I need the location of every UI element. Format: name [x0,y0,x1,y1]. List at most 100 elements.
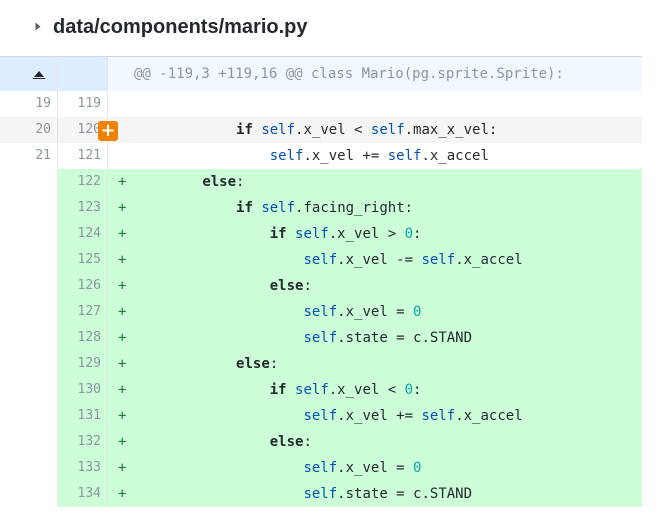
diff-table: @@ -119,3 +119,16 @@ class Mario(pg.spri… [0,56,642,507]
code-line: + self.x_vel = 0 [108,299,642,325]
new-line-number[interactable]: 133 [58,455,108,481]
code-token: .state = c.STAND [337,330,473,346]
code-token: .x_vel < [328,382,405,398]
code-token: .facing_right: [295,200,414,216]
new-line-number[interactable]: 130 [58,377,108,403]
chevron-down-icon[interactable] [35,22,41,31]
self-token: self [303,408,338,424]
self-token: self [303,460,338,476]
old-line-number[interactable] [0,481,58,507]
old-line-number[interactable] [0,195,58,221]
code-spacer [126,174,134,190]
old-line-number[interactable]: 19 [0,91,58,117]
diff-line[interactable]: 21 121 self.x_vel += self.x_accel [0,143,642,169]
new-line-number[interactable]: 122 [58,169,108,195]
code-spacer [126,252,134,268]
diff-line[interactable]: 20 120 if self.x_vel < self.max_x_vel: + [0,117,642,143]
diff-line[interactable]: 122 + else: [0,169,642,195]
new-line-number[interactable]: 127 [58,299,108,325]
diff-line[interactable]: 127 + self.x_vel = 0 [0,299,642,325]
diff-line[interactable]: 123 + if self.facing_right: [0,195,642,221]
code-spacer [126,122,134,138]
code-spacer [126,226,134,242]
code-spacer [126,278,134,294]
old-line-number[interactable] [0,169,58,195]
code-line: + self.state = c.STAND [108,325,642,351]
code-token: .x_vel = [337,460,414,476]
diff-line[interactable]: 133 + self.x_vel = 0 [0,455,642,481]
number-token: 0 [413,304,422,320]
diff-line[interactable]: 130 + if self.x_vel < 0: [0,377,642,403]
code-line: if self.x_vel < self.max_x_vel: [108,117,642,143]
old-line-number[interactable] [0,299,58,325]
old-line-number[interactable] [0,377,58,403]
diff-line[interactable]: 129 + else: [0,351,642,377]
code-spacer [126,486,134,502]
self-token: self [269,148,304,164]
diff-line[interactable]: 124 + if self.x_vel > 0: [0,221,642,247]
diff-line[interactable]: 125 + self.x_vel -= self.x_accel [0,247,642,273]
code-token: .x_accel [421,148,489,164]
code-line: + if self.x_vel < 0: [108,377,642,403]
new-line-number[interactable]: 126 [58,273,108,299]
self-token: self [421,252,456,268]
code-line: + if self.facing_right: [108,195,642,221]
new-line-number[interactable]: 121 [58,143,108,169]
new-line-number[interactable]: 128 [58,325,108,351]
code-line: + if self.x_vel > 0: [108,221,642,247]
new-line-number[interactable]: 131 [58,403,108,429]
keyword-token: if [236,122,253,138]
old-line-number[interactable] [0,403,58,429]
new-line-number[interactable]: 124 [58,221,108,247]
diff-line[interactable]: 128 + self.state = c.STAND [0,325,642,351]
code-token: : [303,434,312,450]
old-line-number[interactable]: 20 [0,117,58,143]
new-line-number[interactable]: 123 [58,195,108,221]
old-line-number[interactable] [0,273,58,299]
expand-hunk-button[interactable] [0,57,58,91]
new-line-number[interactable]: 132 [58,429,108,455]
file-path[interactable]: data/components/mario.py [53,16,308,39]
code-line: self.x_vel += self.x_accel [108,143,642,169]
code-line: + else: [108,351,642,377]
diff-line[interactable]: 134 + self.state = c.STAND [0,481,642,507]
code-spacer [126,304,134,320]
code-token: .x_accel [455,408,523,424]
code-spacer [126,408,134,424]
old-line-number[interactable] [0,247,58,273]
code-token: : [269,356,279,372]
diff-line[interactable]: 126 + else: [0,273,642,299]
code-spacer [126,200,134,216]
self-token: self [261,122,296,138]
self-token: self [261,200,296,216]
new-line-number[interactable]: 125 [58,247,108,273]
code-spacer [126,330,134,346]
code-line: + self.state = c.STAND [108,481,642,507]
add-comment-button[interactable]: + [98,121,118,141]
new-line-number[interactable]: 129 [58,351,108,377]
number-token: 0 [404,226,414,242]
self-token: self [295,226,329,242]
diff-line[interactable]: 131 + self.x_vel += self.x_accel [0,403,642,429]
keyword-token: if [236,200,253,216]
old-line-number[interactable] [0,455,58,481]
old-line-number[interactable]: 21 [0,143,58,169]
self-token: self [303,252,338,268]
new-line-number[interactable]: 119 [58,91,108,117]
new-line-number[interactable]: 134 [58,481,108,507]
old-line-number[interactable] [0,429,58,455]
diff-line[interactable]: 19 119 [0,91,642,117]
diff-line[interactable]: 132 + else: [0,429,642,455]
old-line-number[interactable] [0,351,58,377]
code-token: .x_vel = [337,304,414,320]
old-line-number[interactable] [0,221,58,247]
old-line-number[interactable] [0,325,58,351]
